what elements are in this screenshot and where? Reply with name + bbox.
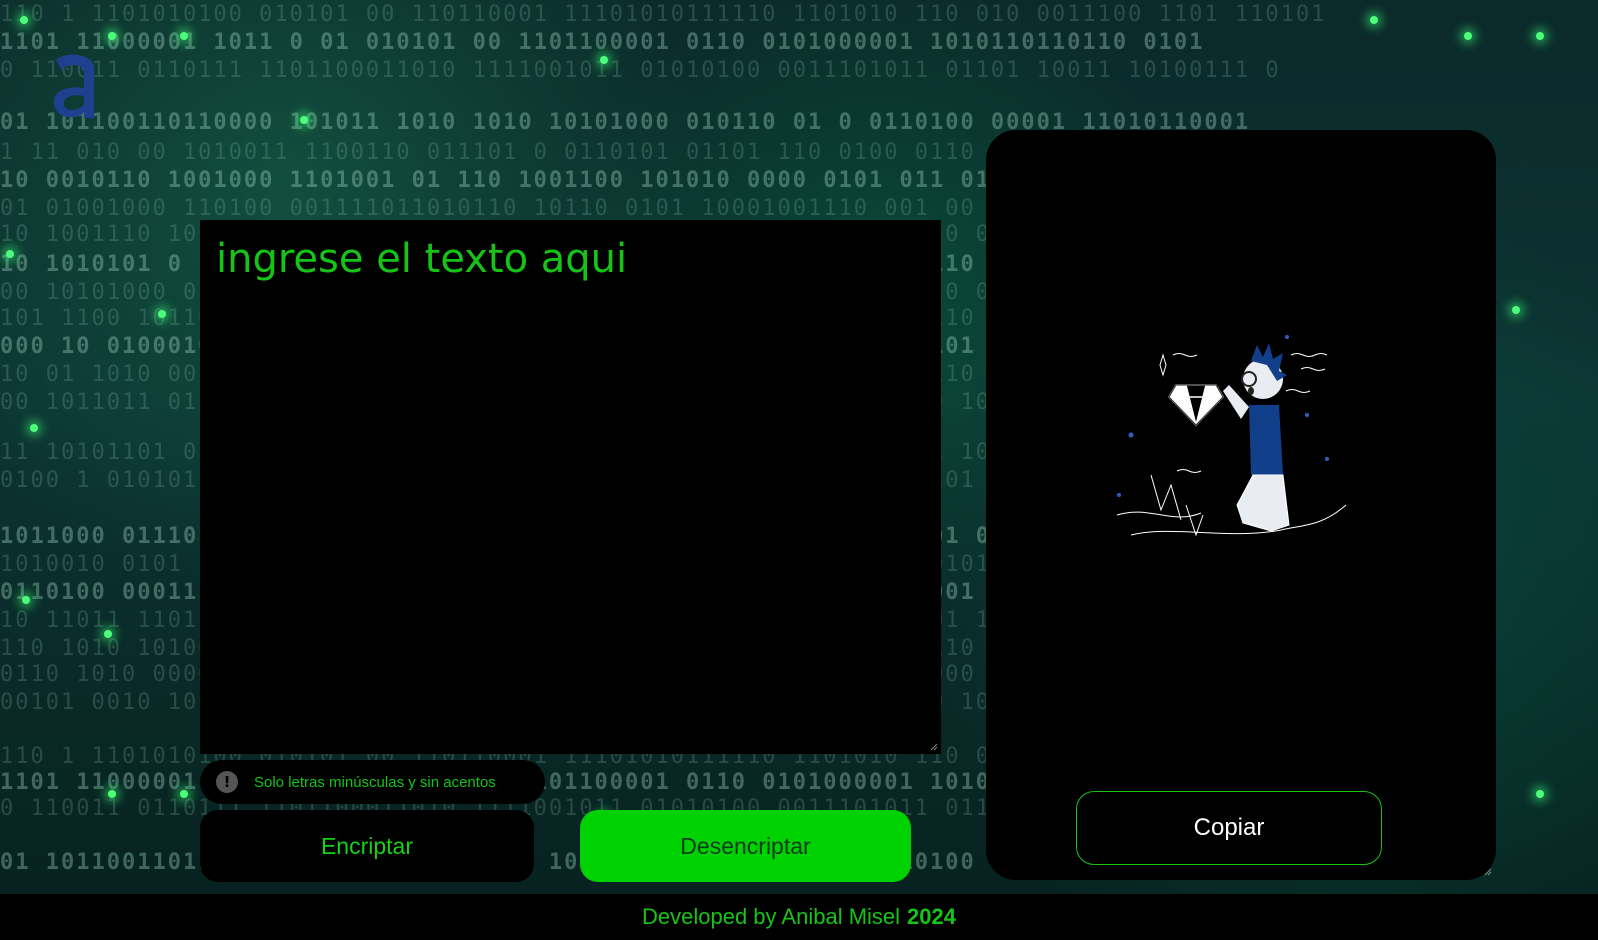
background-light	[1512, 306, 1520, 314]
background-light	[108, 790, 116, 798]
page-footer: Developed by Anibal Misel 2024	[0, 894, 1598, 940]
exclamation-icon: !	[216, 771, 238, 793]
background-light	[1464, 32, 1472, 40]
decrypt-button[interactable]: Desencriptar	[580, 810, 911, 882]
background-light	[104, 630, 112, 638]
background-binary-row: 0 110011 0110111 1101100011010 111100101…	[0, 58, 1281, 83]
resize-grip-icon[interactable]	[1482, 866, 1492, 876]
background-light	[158, 310, 166, 318]
logo-letter-a-icon	[53, 54, 94, 118]
background-light	[1536, 790, 1544, 798]
background-light	[22, 596, 30, 604]
output-panel: Copiar	[986, 130, 1496, 880]
input-hint: ! Solo letras minúsculas y sin acentos	[200, 760, 545, 804]
app-logo	[50, 46, 100, 126]
resize-grip-icon[interactable]	[928, 741, 938, 751]
background-light	[1370, 16, 1378, 24]
encrypt-button[interactable]: Encriptar	[200, 810, 534, 882]
background-light	[6, 250, 14, 258]
copy-button[interactable]: Copiar	[1076, 791, 1382, 865]
footer-credit: Developed by Anibal Misel	[642, 904, 901, 929]
background-light	[180, 32, 188, 40]
background-light	[600, 56, 608, 64]
background-light	[30, 424, 38, 432]
background-binary-row: 110 1 1101010100 010101 00 110110001 111…	[0, 2, 1327, 27]
message-textarea[interactable]	[200, 220, 941, 754]
background-light	[20, 16, 28, 24]
app-page: 110 1 1101010100 010101 00 110110001 111…	[0, 0, 1598, 940]
background-light	[180, 790, 188, 798]
footer-year: 2024	[907, 904, 956, 929]
person-with-magnifier-and-diamond-icon	[1116, 335, 1347, 537]
background-light	[300, 116, 308, 124]
background-binary-row: 1101 11000001 1011 0 01 010101 00 110110…	[0, 30, 1205, 55]
message-input-area	[200, 220, 941, 754]
background-light	[108, 32, 116, 40]
hint-text: Solo letras minúsculas y sin acentos	[254, 773, 496, 791]
background-light	[1536, 32, 1544, 40]
